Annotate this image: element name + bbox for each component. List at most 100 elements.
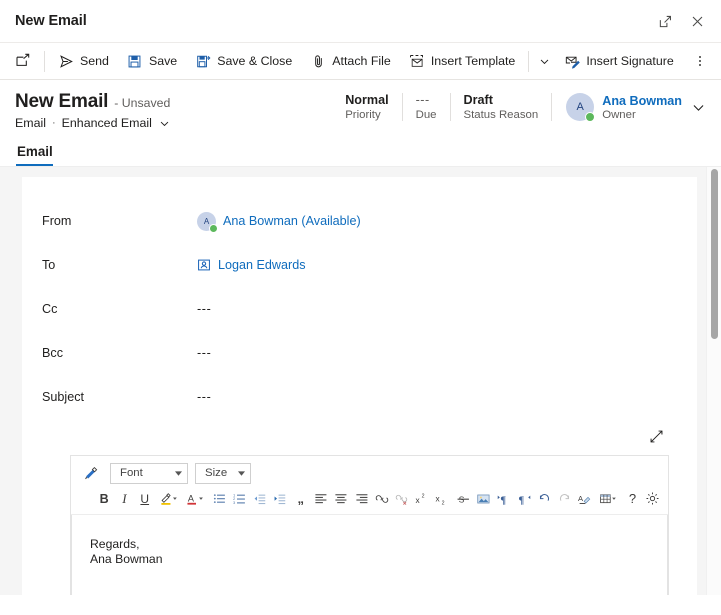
chevron-down-icon[interactable] [692, 101, 705, 114]
insert-template-button[interactable]: Insert Template [400, 46, 524, 76]
rich-text-editor: Font Size B I U A 1 2 3 „ x 2 x 2 ¶ ¶ A … [70, 455, 669, 595]
svg-text:¶: ¶ [501, 495, 507, 506]
due-stat[interactable]: --- Due [403, 93, 451, 121]
form-selector-label[interactable]: Enhanced Email [62, 116, 152, 130]
insert-link-icon[interactable] [373, 488, 391, 509]
svg-text:3: 3 [233, 500, 236, 505]
chevron-down-icon[interactable] [533, 46, 555, 76]
subject-value[interactable]: --- [197, 390, 211, 404]
email-body-editable[interactable]: Regards, Ana Bowman [71, 515, 668, 595]
field-row-to: To Logan Edwards [22, 243, 697, 287]
attach-file-button[interactable]: Attach File [301, 46, 400, 76]
body-line-1: Regards, [90, 537, 140, 551]
avatar: A [197, 211, 218, 233]
remove-link-icon[interactable] [393, 488, 411, 509]
subject-label: Subject [42, 390, 85, 404]
owner-field[interactable]: A Ana Bowman Owner [552, 93, 709, 122]
breadcrumb: Email · Enhanced Email [15, 116, 332, 130]
close-icon[interactable] [681, 6, 713, 36]
align-center-icon[interactable] [332, 488, 350, 509]
tab-email[interactable]: Email [15, 138, 59, 166]
expand-diagonal-icon[interactable] [645, 425, 667, 447]
insert-signature-icon [564, 53, 580, 69]
editor-expand-row [22, 419, 697, 449]
owner-name[interactable]: Ana Bowman [602, 94, 682, 108]
contact-card-icon [197, 258, 211, 272]
settings-gear-icon[interactable] [644, 488, 662, 509]
svg-text:¶: ¶ [518, 495, 524, 506]
insert-image-icon[interactable] [474, 488, 492, 509]
body-line-2: Ana Bowman [90, 552, 163, 566]
align-right-icon[interactable] [353, 488, 371, 509]
strikethrough-icon[interactable]: S [454, 488, 472, 509]
subscript-icon[interactable]: x 2 [434, 488, 452, 509]
field-row-from: From A Ana Bowman (Available) [22, 199, 697, 243]
clear-formatting-icon[interactable]: A [576, 488, 594, 509]
breadcrumb-entity: Email [15, 116, 46, 130]
to-value[interactable]: Logan Edwards [197, 258, 306, 272]
email-fields: From A Ana Bowman (Available) To Logan E… [22, 177, 697, 419]
priority-stat[interactable]: Normal Priority [332, 93, 403, 121]
save-and-close-button[interactable]: Save & Close [186, 46, 301, 76]
record-header-left: New Email - Unsaved Email · Enhanced Ema… [15, 91, 332, 130]
format-painter-icon[interactable] [79, 462, 103, 484]
to-recipient-link[interactable]: Logan Edwards [218, 258, 306, 272]
svg-text:x: x [436, 493, 441, 503]
insert-signature-label: Insert Signature [586, 54, 674, 68]
cc-empty-value: --- [197, 302, 212, 316]
vertical-scrollbar[interactable] [706, 167, 721, 595]
from-value[interactable]: A Ana Bowman (Available) [197, 211, 361, 233]
ltr-icon[interactable]: ¶ [495, 488, 513, 509]
font-family-select[interactable]: Font [110, 462, 188, 484]
font-size-select[interactable]: Size [195, 462, 251, 484]
svg-text:A: A [578, 494, 583, 503]
increase-indent-icon[interactable] [271, 488, 289, 509]
underline-icon[interactable]: U [136, 488, 154, 509]
redo-icon[interactable] [555, 488, 573, 509]
send-button[interactable]: Send [49, 46, 118, 76]
form-body-region: From A Ana Bowman (Available) To Logan E… [0, 166, 721, 595]
send-icon [58, 53, 74, 69]
rtl-icon[interactable]: ¶ [515, 488, 533, 509]
highlight-color-icon[interactable] [156, 488, 181, 509]
more-commands-icon[interactable] [687, 46, 713, 76]
italic-icon[interactable]: I [115, 488, 133, 509]
record-header: New Email - Unsaved Email · Enhanced Ema… [0, 80, 721, 130]
new-window-icon[interactable] [6, 46, 40, 76]
popout-icon[interactable] [649, 6, 681, 36]
bcc-empty-value: --- [197, 346, 212, 360]
insert-signature-button[interactable]: Insert Signature [555, 46, 682, 76]
to-label: To [42, 258, 56, 272]
bcc-label: Bcc [42, 346, 63, 360]
superscript-icon[interactable]: x 2 [413, 488, 431, 509]
help-icon[interactable]: ? [623, 488, 641, 509]
chevron-down-icon[interactable] [159, 118, 170, 129]
blockquote-icon[interactable]: „ [292, 488, 310, 509]
bulleted-list-icon[interactable] [210, 488, 228, 509]
save-button[interactable]: Save [118, 46, 186, 76]
paperclip-icon [310, 53, 326, 69]
status-badge: Draft [463, 93, 493, 107]
owner-role-label: Owner [602, 108, 636, 121]
due-value: --- [415, 93, 430, 107]
subject-empty-value: --- [197, 390, 212, 404]
decrease-indent-icon[interactable] [251, 488, 269, 509]
from-recipient-link[interactable]: Ana Bowman (Available) [223, 214, 361, 228]
template-divider [528, 50, 530, 72]
insert-table-icon[interactable] [596, 488, 621, 509]
command-bar-divider [44, 50, 45, 72]
status-reason-stat[interactable]: Draft Status Reason [451, 93, 553, 121]
save-label: Save [148, 54, 178, 68]
svg-text:2: 2 [442, 500, 445, 505]
font-color-icon[interactable]: A [183, 488, 208, 509]
cc-value[interactable]: --- [197, 302, 211, 316]
align-left-icon[interactable] [312, 488, 330, 509]
scrollbar-thumb[interactable] [711, 169, 718, 339]
presence-available-icon [585, 112, 596, 122]
bold-icon[interactable]: B [95, 488, 113, 509]
bcc-value[interactable]: --- [197, 346, 211, 360]
undo-icon[interactable] [535, 488, 553, 509]
numbered-list-icon[interactable]: 1 2 3 [231, 488, 249, 509]
chevron-down-icon [175, 470, 182, 476]
priority-value: Normal [345, 93, 389, 107]
